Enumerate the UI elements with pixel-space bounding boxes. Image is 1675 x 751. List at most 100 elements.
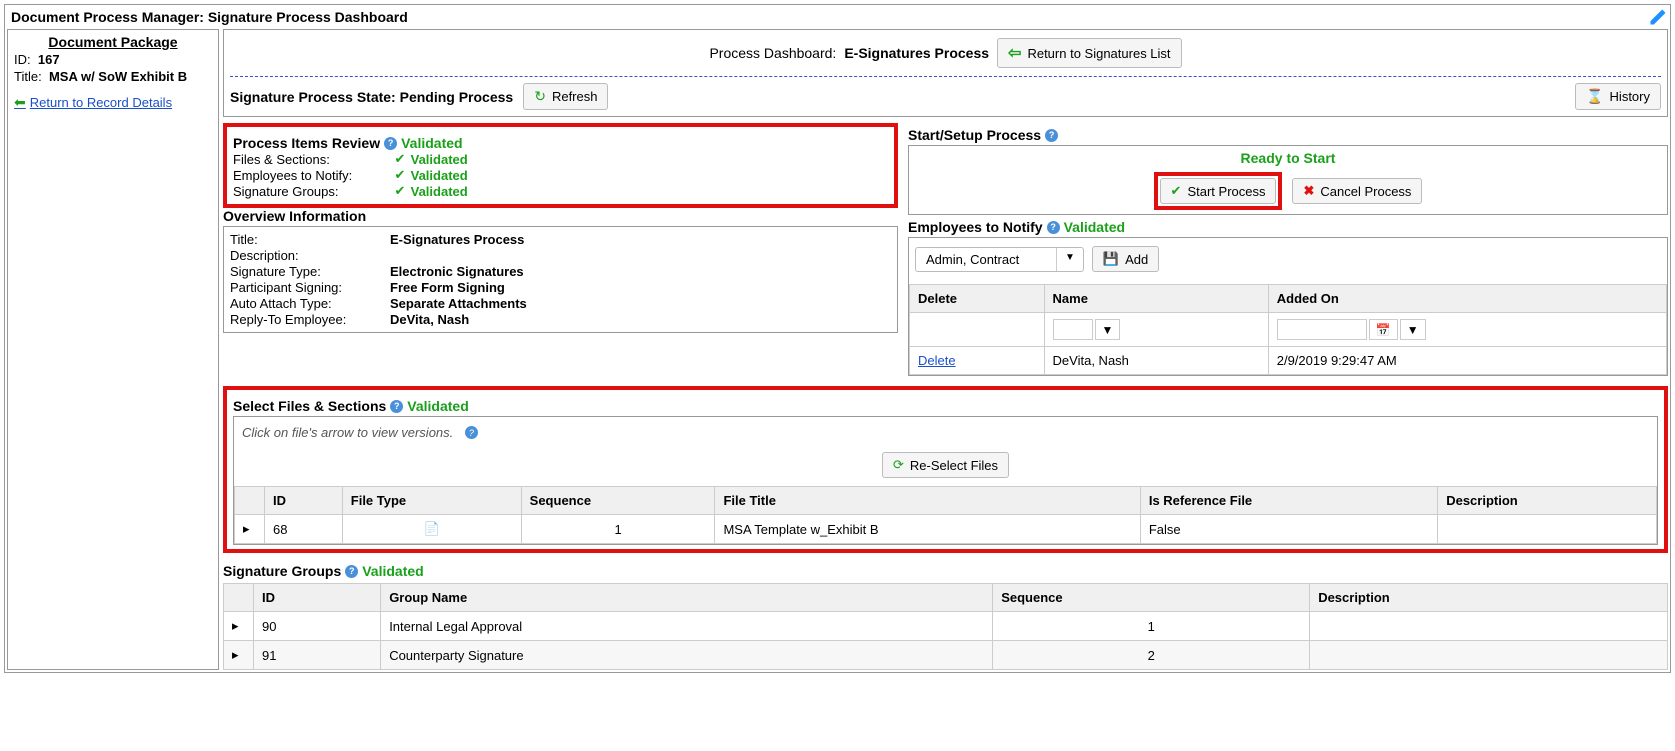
col-id[interactable]: ID — [254, 584, 381, 612]
add-employee-label: Add — [1125, 252, 1148, 267]
check-icon: ✔ — [393, 152, 407, 166]
select-files-title: Select Files & Sections — [233, 398, 386, 414]
cell-sequence: 1 — [993, 612, 1310, 641]
table-row: ▸ 90 Internal Legal Approval 1 — [224, 612, 1668, 641]
overview-val: Free Form Signing — [390, 280, 505, 295]
review-item-status: Validated — [411, 152, 468, 167]
dashboard-panel: Process Dashboard: E-Signatures Process … — [223, 29, 1668, 117]
col-sequence[interactable]: Sequence — [993, 584, 1310, 612]
expand-row-button[interactable]: ▸ — [224, 612, 254, 641]
refresh-icon: ↻ — [534, 88, 546, 105]
select-files-highlight: Select Files & Sections ? Validated Clic… — [223, 386, 1668, 553]
return-to-record-link[interactable]: ⬅ Return to Record Details — [14, 94, 172, 111]
employee-select[interactable]: Admin, Contract ▼ — [915, 247, 1084, 272]
reselect-icon: ⟳ — [893, 457, 904, 473]
employee-select-value: Admin, Contract — [916, 248, 1056, 271]
package-title-value: MSA w/ SoW Exhibit B — [49, 69, 187, 84]
employees-notify-box: Admin, Contract ▼ 💾 Add Delete Na — [908, 237, 1668, 376]
cancel-process-button[interactable]: ✖ Cancel Process — [1292, 178, 1422, 204]
start-setup-title: Start/Setup Process — [908, 127, 1041, 143]
start-process-button[interactable]: ✔ Start Process — [1160, 178, 1277, 204]
filter-button[interactable]: ▼ — [1095, 319, 1121, 340]
review-item-label: Files & Sections: — [233, 152, 393, 167]
review-item-label: Employees to Notify: — [233, 168, 393, 183]
overview-key: Auto Attach Type: — [230, 296, 390, 311]
help-icon[interactable]: ? — [345, 565, 358, 578]
save-disk-icon: 💾 — [1103, 251, 1119, 267]
ready-to-start-label: Ready to Start — [915, 150, 1661, 166]
document-package-panel: Document Package ID: 167 Title: MSA w/ S… — [7, 29, 219, 670]
select-files-box: Click on file's arrow to view versions. … — [233, 416, 1658, 545]
col-description[interactable]: Description — [1438, 487, 1657, 515]
col-delete[interactable]: Delete — [910, 285, 1045, 313]
filter-button[interactable]: ▼ — [1400, 319, 1426, 340]
col-sequence[interactable]: Sequence — [521, 487, 715, 515]
start-setup-box: Ready to Start ✔ Start Process ✖ Cancel — [908, 145, 1668, 215]
cell-desc — [1310, 612, 1668, 641]
edit-pen-icon[interactable] — [1648, 7, 1668, 27]
help-icon[interactable]: ? — [1047, 221, 1060, 234]
reselect-files-button[interactable]: ⟳ Re-Select Files — [882, 452, 1009, 478]
col-file-title[interactable]: File Title — [715, 487, 1140, 515]
review-item-label: Signature Groups: — [233, 184, 393, 199]
help-icon[interactable]: ? — [390, 400, 403, 413]
delete-link[interactable]: Delete — [918, 353, 956, 368]
overview-key: Participant Signing: — [230, 280, 390, 295]
cell-group-name: Internal Legal Approval — [381, 612, 993, 641]
overview-key: Title: — [230, 232, 390, 247]
files-grid: ID File Type Sequence File Title Is Refe… — [234, 486, 1657, 544]
calendar-button[interactable]: 📅 — [1369, 319, 1398, 340]
select-files-status: Validated — [407, 398, 468, 414]
col-description[interactable]: Description — [1310, 584, 1668, 612]
help-icon[interactable]: ? — [1045, 129, 1058, 142]
filter-name-input[interactable] — [1053, 319, 1093, 340]
help-icon[interactable]: ? — [465, 426, 478, 439]
col-file-type[interactable]: File Type — [342, 487, 521, 515]
col-added-on[interactable]: Added On — [1268, 285, 1666, 313]
check-icon: ✔ — [393, 184, 407, 198]
expand-row-button[interactable]: ▸ — [224, 641, 254, 670]
check-icon: ✔ — [393, 168, 407, 182]
reselect-files-label: Re-Select Files — [910, 458, 998, 473]
signature-groups-title: Signature Groups — [223, 563, 341, 579]
package-heading: Document Package — [14, 34, 212, 50]
add-employee-button[interactable]: 💾 Add — [1092, 246, 1159, 272]
cell-desc — [1438, 515, 1657, 544]
overview-val: DeVita, Nash — [390, 312, 469, 327]
col-id[interactable]: ID — [265, 487, 343, 515]
dashboard-label: Process Dashboard: — [709, 45, 836, 61]
filter-icon: ▼ — [1102, 323, 1114, 337]
history-label: History — [1610, 89, 1650, 104]
start-process-label: Start Process — [1187, 184, 1265, 199]
employees-notify-grid: Delete Name Added On ▼ 📅▼ Delete — [909, 284, 1667, 375]
cell-file-title: MSA Template w_Exhibit B — [715, 515, 1140, 544]
overview-title: Overview Information — [223, 208, 366, 224]
cell-id: 91 — [254, 641, 381, 670]
review-item-status: Validated — [411, 168, 468, 183]
history-button[interactable]: ⌛ History — [1575, 83, 1661, 110]
refresh-button[interactable]: ↻ Refresh — [523, 83, 608, 110]
cell-id: 68 — [265, 515, 343, 544]
signature-groups-grid: ID Group Name Sequence Description ▸ 90 … — [223, 583, 1668, 670]
return-to-signatures-label: Return to Signatures List — [1027, 46, 1170, 61]
expand-row-button[interactable]: ▸ — [235, 515, 265, 544]
chevron-down-icon[interactable]: ▼ — [1056, 248, 1083, 271]
help-icon[interactable]: ? — [384, 137, 397, 150]
return-to-record-label: Return to Record Details — [30, 95, 172, 110]
cancel-process-label: Cancel Process — [1320, 184, 1411, 199]
arrow-left-icon: ⬅ — [14, 94, 26, 111]
process-items-review-highlight: Process Items Review ? Validated Files &… — [223, 123, 898, 208]
cell-sequence: 2 — [993, 641, 1310, 670]
table-row: Delete DeVita, Nash 2/9/2019 9:29:47 AM — [910, 347, 1667, 375]
col-group-name[interactable]: Group Name — [381, 584, 993, 612]
col-name[interactable]: Name — [1044, 285, 1268, 313]
col-is-ref[interactable]: Is Reference File — [1140, 487, 1437, 515]
review-item-status: Validated — [411, 184, 468, 199]
package-id-label: ID: — [14, 52, 31, 67]
pdf-icon: 📄 — [424, 521, 440, 536]
overview-key: Description: — [230, 248, 390, 263]
filter-date-input[interactable] — [1277, 319, 1367, 340]
package-title-label: Title: — [14, 69, 42, 84]
return-to-signatures-button[interactable]: ⇦ Return to Signatures List — [997, 38, 1181, 68]
plus-left-icon: ⇦ — [1008, 43, 1021, 63]
